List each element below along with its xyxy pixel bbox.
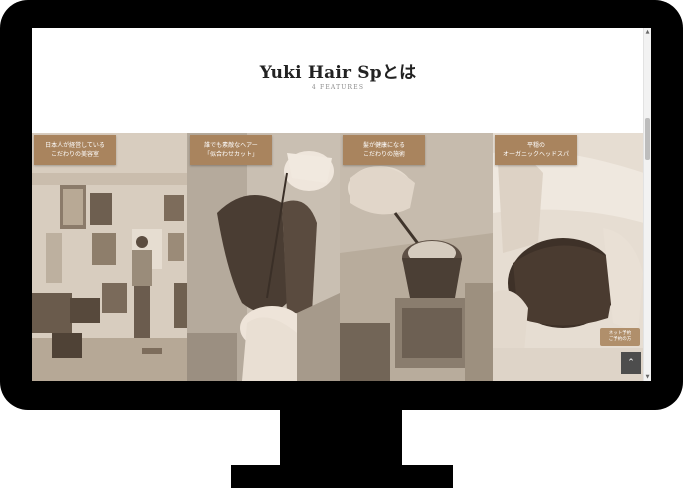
feature-panel-treatment[interactable]: 髪が健康になる こだわりの施術: [340, 133, 493, 381]
scroll-up-arrow-icon[interactable]: ▲: [645, 29, 650, 35]
page-subtitle: 4 FEATURES: [311, 84, 365, 91]
feature-label-salon: 日本人が経営している こだわりの美容室: [34, 135, 116, 165]
chevron-up-icon: ⌃: [627, 358, 635, 368]
feature-label-haircut: 誰でも素敵なヘアー 「似合わせカット」: [190, 135, 272, 165]
feature-label-treatment: 髪が健康になる こだわりの施術: [343, 135, 425, 165]
features-row: 日本人が経営している こだわりの美容室 誰でも素敵なヘアー 「似合わせカット」 …: [32, 133, 644, 381]
monitor-stand: [231, 465, 453, 488]
scrollbar-thumb[interactable]: [645, 118, 650, 160]
monitor-bezel: Yuki Hair Spとは 4 FEATURES 日本人が経営している こだわ…: [0, 0, 683, 410]
scroll-to-top-button[interactable]: ⌃: [621, 352, 641, 374]
feature-panel-haircut[interactable]: 誰でも素敵なヘアー 「似合わせカット」: [187, 133, 340, 381]
page-title: Yuki Hair Spとは: [259, 63, 417, 83]
feature-panel-salon[interactable]: 日本人が経営している こだわりの美容室: [32, 133, 187, 381]
haircut-photo: [187, 133, 340, 381]
reservation-button[interactable]: ネット予約 ご予約の方: [600, 328, 640, 346]
vertical-scrollbar[interactable]: ▲ ▼: [643, 28, 651, 381]
browser-viewport: Yuki Hair Spとは 4 FEATURES 日本人が経営している こだわ…: [32, 28, 651, 381]
feature-label-headspa: 平穏の オーガニックヘッドスパ: [495, 135, 577, 165]
hair-color-bowl-photo: [340, 133, 493, 381]
salon-interior-photo: [32, 133, 187, 381]
monitor-neck: [280, 408, 402, 468]
scroll-down-arrow-icon[interactable]: ▼: [645, 374, 650, 380]
